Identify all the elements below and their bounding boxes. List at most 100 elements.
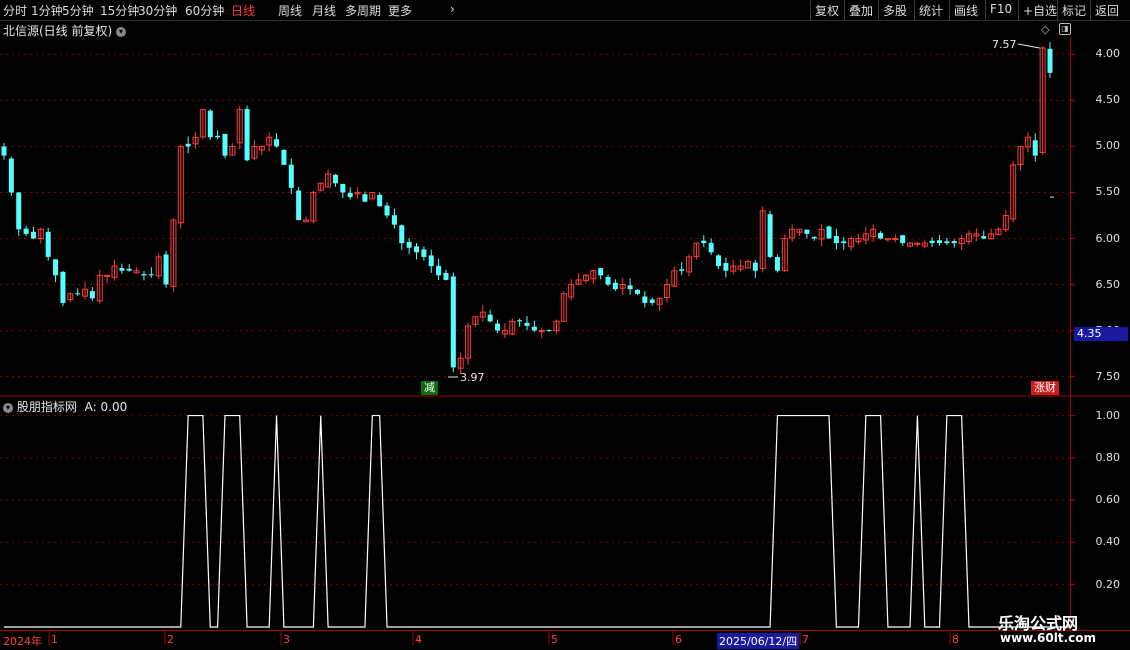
candle-body	[612, 282, 618, 290]
signal-tag-left: 减	[421, 381, 438, 395]
candle-body	[826, 226, 832, 239]
candle-body	[517, 320, 523, 322]
candle-body	[716, 255, 722, 267]
candle-body	[679, 269, 685, 271]
candle-body	[1047, 48, 1053, 73]
month-label: 2	[167, 633, 174, 646]
candle-body	[399, 225, 405, 244]
candle-body	[642, 296, 648, 303]
candle-body	[708, 242, 714, 253]
candle-body	[634, 289, 640, 294]
candle-body	[605, 276, 611, 285]
stock-chart[interactable]	[0, 0, 1130, 650]
month-label: 1	[51, 633, 58, 646]
price-tick-label: 4.00	[1095, 47, 1121, 61]
candle-body	[531, 326, 537, 331]
candle-body	[332, 174, 338, 184]
candle-body	[30, 231, 36, 239]
candle-body	[774, 257, 780, 271]
month-label: 4	[415, 633, 422, 646]
candle-body	[767, 214, 773, 257]
candle-body	[546, 330, 552, 332]
candle-body	[487, 314, 493, 322]
candle-body	[89, 291, 95, 299]
high-pointer	[1017, 43, 1040, 49]
candle-body	[951, 241, 957, 244]
year-label: 2024年	[3, 635, 42, 648]
candle-body	[443, 272, 449, 280]
candle-body	[804, 229, 810, 234]
month-label: 3	[283, 633, 290, 646]
candle-body	[23, 228, 29, 234]
candle-body	[119, 268, 125, 271]
candle-body	[981, 236, 987, 239]
candle-body	[723, 263, 729, 271]
candle-body	[649, 299, 655, 303]
watermark-url: www.60lt.com	[1000, 631, 1097, 645]
candle-body	[841, 241, 847, 244]
candle-body	[377, 194, 383, 207]
candle-body	[1, 146, 7, 156]
candle-body	[391, 215, 397, 225]
candle-body	[126, 268, 132, 271]
candle-body	[75, 293, 81, 295]
candle-body	[627, 285, 633, 290]
candle-body	[524, 322, 530, 326]
candle-body	[406, 241, 412, 248]
month-label: 7	[802, 633, 809, 646]
indicator-tick-label: 0.60	[1095, 493, 1121, 507]
indicator-tick-label: 0.80	[1095, 450, 1121, 464]
price-tick-label: 6.00	[1095, 231, 1121, 245]
candle-body	[340, 183, 346, 193]
candle-body	[414, 246, 420, 253]
candle-body	[892, 238, 899, 241]
candle-body	[185, 143, 191, 147]
candle-body	[148, 274, 154, 276]
indicator-line	[4, 414, 1070, 628]
indicator-tick-label: 0.40	[1095, 535, 1121, 549]
candle-body	[421, 249, 427, 257]
candle-body	[752, 262, 758, 271]
candle-body	[281, 149, 287, 165]
high-price-label: 7.57	[992, 38, 1017, 51]
candle-body	[929, 240, 935, 244]
current-price-badge: 4.35	[1074, 327, 1128, 341]
candle-body	[207, 110, 213, 138]
candle-body	[16, 192, 22, 230]
candle-body	[436, 265, 442, 276]
candle-body	[878, 232, 884, 239]
candle-body	[45, 231, 51, 257]
candle-body	[53, 259, 59, 276]
candle-body	[811, 236, 817, 239]
candle-body	[288, 164, 294, 188]
candle-body	[1032, 140, 1038, 156]
candle-body	[362, 194, 368, 202]
price-tick-label: 5.00	[1095, 139, 1121, 153]
indicator-tick-label: 0.20	[1095, 577, 1121, 591]
candle-body	[900, 235, 906, 244]
candle-body	[428, 255, 434, 267]
candle-body	[701, 240, 707, 244]
month-label: 6	[675, 633, 682, 646]
candle-body	[347, 192, 353, 198]
month-label: 8	[952, 633, 959, 646]
price-tick-label: 6.50	[1095, 277, 1121, 291]
month-label: 5	[551, 633, 558, 646]
candle-body	[495, 323, 501, 331]
candle-body	[274, 139, 280, 147]
candle-body	[163, 254, 169, 285]
indicator-tick-label: 1.00	[1095, 408, 1121, 422]
candle-body	[450, 276, 456, 368]
candle-body	[384, 205, 390, 216]
candle-body	[141, 274, 147, 276]
candle-body	[937, 240, 943, 244]
candle-body	[296, 190, 302, 221]
candle-body	[598, 268, 604, 276]
price-tick-label: 5.50	[1095, 185, 1121, 199]
signal-tag-right: 涨财	[1031, 381, 1059, 395]
candle-body	[833, 235, 839, 244]
price-tick-label: 7.50	[1095, 369, 1121, 383]
low-price-label: 3.97	[460, 371, 485, 384]
candle-body	[944, 241, 950, 244]
candle-body	[8, 158, 14, 193]
